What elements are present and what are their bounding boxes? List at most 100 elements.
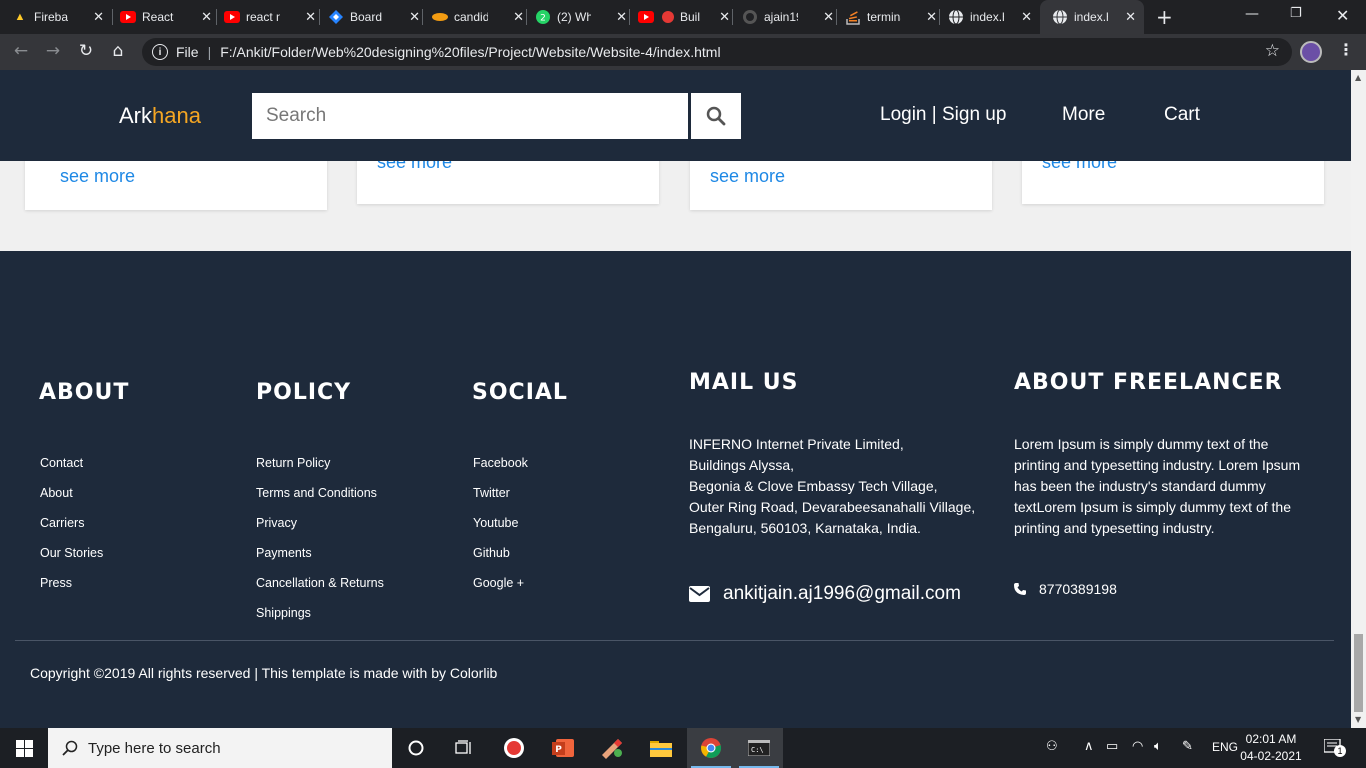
firebase-icon: ▲ — [14, 11, 26, 23]
page-scrollbar[interactable]: ▲ ▼ — [1351, 70, 1366, 728]
tray-chevron-icon[interactable]: ∧ — [1084, 738, 1094, 754]
footer-link[interactable]: Shippings — [256, 606, 311, 620]
close-tab-icon[interactable]: ✕ — [513, 9, 524, 25]
search-input[interactable] — [252, 93, 688, 139]
more-link[interactable]: More — [1062, 104, 1105, 126]
close-tab-icon[interactable]: ✕ — [305, 9, 316, 25]
notification-count: 1 — [1334, 745, 1346, 757]
footer-link[interactable]: Privacy — [256, 516, 297, 530]
close-tab-icon[interactable]: ✕ — [409, 9, 420, 25]
scroll-up-icon[interactable]: ▲ — [1355, 73, 1361, 82]
scrollbar-thumb[interactable] — [1354, 634, 1363, 712]
mail-heading: MAIL US — [689, 370, 799, 395]
close-tab-icon[interactable]: ✕ — [201, 9, 212, 25]
browser-tab[interactable]: candida ✕ — [432, 0, 532, 34]
footer-link[interactable]: About — [40, 486, 73, 500]
globe-icon — [1052, 9, 1068, 25]
tab-title: ajain19 — [764, 10, 798, 24]
recorder-app[interactable] — [490, 728, 538, 768]
tab-title: (2) Wha — [557, 10, 591, 24]
pen-icon[interactable]: ✎ — [1182, 738, 1193, 754]
taskbar-search[interactable]: Type here to search — [48, 728, 392, 768]
address-bar[interactable]: i File | F:/Ankit/Folder/Web%20designing… — [142, 38, 1292, 66]
start-button[interactable] — [0, 728, 48, 768]
file-explorer-app[interactable] — [637, 728, 685, 768]
notification-center-button[interactable]: 1 — [1323, 738, 1346, 757]
footer-link[interactable]: Github — [473, 546, 510, 560]
reload-icon[interactable]: ↻ — [75, 41, 97, 61]
footer-link[interactable]: Press — [40, 576, 72, 590]
login-signup-link[interactable]: Login | Sign up — [880, 104, 1006, 126]
whatsapp-icon: 2 — [535, 9, 551, 25]
bookmark-star-icon[interactable]: ☆ — [1265, 41, 1280, 61]
chrome-app[interactable] — [687, 728, 735, 768]
close-tab-icon[interactable]: ✕ — [823, 9, 834, 25]
footer-link[interactable]: Facebook — [473, 456, 528, 470]
paint-app[interactable] — [588, 728, 636, 768]
close-tab-icon[interactable]: ✕ — [93, 9, 104, 25]
footer-link[interactable]: Carriers — [40, 516, 84, 530]
close-tab-icon[interactable]: ✕ — [1021, 9, 1032, 25]
social-heading: SOCIAL — [472, 380, 568, 405]
scroll-down-icon[interactable]: ▼ — [1355, 715, 1361, 724]
footer-link[interactable]: Terms and Conditions — [256, 486, 377, 500]
battery-icon[interactable]: ▭ — [1106, 738, 1118, 754]
footer-link[interactable]: Payments — [256, 546, 312, 560]
browser-tab-active[interactable]: index.h ✕ — [1040, 0, 1144, 34]
footer-link[interactable]: Contact — [40, 456, 83, 470]
close-tab-icon[interactable]: ✕ — [719, 9, 730, 25]
footer-link[interactable]: Twitter — [473, 486, 510, 500]
phone-text[interactable]: 8770389198 — [1039, 581, 1117, 597]
profile-avatar[interactable] — [1300, 41, 1322, 63]
folder-icon — [650, 741, 672, 757]
cart-link[interactable]: Cart — [1164, 104, 1200, 126]
back-icon[interactable]: ← — [10, 41, 32, 61]
browser-tab[interactable]: ajain19 ✕ — [742, 0, 842, 34]
svg-text:P: P — [555, 745, 562, 755]
home-icon[interactable]: ⌂ — [107, 41, 129, 61]
browser-tab[interactable]: Buil ✕ — [638, 0, 738, 34]
new-tab-icon[interactable]: + — [1156, 5, 1173, 29]
people-icon[interactable]: ⚇ — [1046, 738, 1058, 754]
footer-link[interactable]: Google + — [473, 576, 524, 590]
footer-link[interactable]: Youtube — [473, 516, 518, 530]
browser-tab[interactable]: index.h ✕ — [948, 0, 1040, 34]
browser-tab[interactable]: React N ✕ — [120, 0, 220, 34]
language-indicator[interactable]: ENG — [1212, 740, 1238, 754]
browser-tab[interactable]: termina ✕ — [845, 0, 945, 34]
url-text[interactable]: F:/Ankit/Folder/Web%20designing%20files/… — [220, 44, 720, 60]
close-tab-icon[interactable]: ✕ — [926, 9, 937, 25]
browser-tab[interactable]: 2 (2) Wha ✕ — [535, 0, 635, 34]
menu-kebab-icon[interactable]: ⋮ — [1338, 40, 1354, 59]
browser-tab[interactable]: Board ✕ — [328, 0, 428, 34]
omnibox-separator: | — [207, 44, 212, 60]
footer-link[interactable]: Our Stories — [40, 546, 103, 560]
task-view-button[interactable] — [440, 728, 488, 768]
terminal-app[interactable]: C:\ — [735, 728, 783, 768]
see-more-link[interactable]: see more — [60, 166, 135, 187]
freelancer-line: printing and typesetting industry. Lorem… — [1014, 457, 1301, 473]
email-text[interactable]: ankitjain.aj1996@gmail.com — [723, 583, 961, 605]
youtube-icon — [120, 9, 136, 25]
footer-link[interactable]: Return Policy — [256, 456, 330, 470]
browser-tab[interactable]: react n ✕ — [224, 0, 324, 34]
minimize-icon[interactable]: — — [1245, 6, 1259, 22]
see-more-link[interactable]: see more — [710, 166, 785, 187]
search-button[interactable] — [691, 93, 741, 139]
about-links: Contact About Carriers Our Stories Press — [40, 455, 103, 605]
forward-icon[interactable]: → — [42, 41, 64, 61]
footer-link[interactable]: Cancellation & Returns — [256, 576, 384, 590]
cortana-button[interactable] — [392, 728, 440, 768]
volume-icon[interactable]: 🔈︎ — [1154, 738, 1162, 754]
brand-logo[interactable]: Arkhana — [119, 103, 201, 129]
taskbar-clock[interactable]: 02:01 AM 04-02-2021 — [1240, 731, 1302, 765]
browser-tab[interactable]: ▲ Firebase ✕ — [12, 0, 112, 34]
close-tab-icon[interactable]: ✕ — [1125, 9, 1136, 25]
tab-title: Buil — [680, 10, 700, 24]
restore-icon[interactable]: ❐ — [1290, 6, 1302, 21]
window-close-icon[interactable]: ✕ — [1336, 6, 1349, 25]
close-tab-icon[interactable]: ✕ — [616, 9, 627, 25]
powerpoint-app[interactable]: P — [540, 728, 588, 768]
info-icon[interactable]: i — [152, 44, 168, 60]
wifi-icon[interactable]: ◠ — [1132, 738, 1143, 754]
